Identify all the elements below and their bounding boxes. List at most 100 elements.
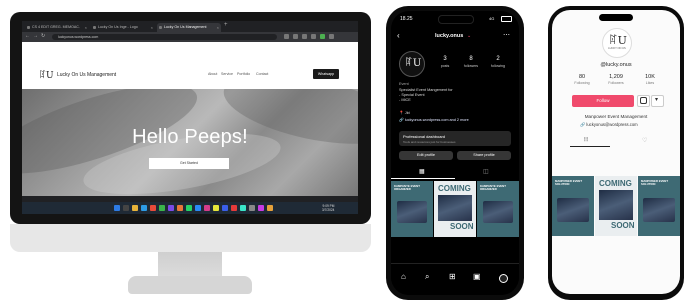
site-logo[interactable]: ꍏU	[39, 69, 54, 81]
url-input[interactable]: luckyonus.wordpress.com	[52, 34, 277, 40]
following-count[interactable]: 80	[568, 74, 596, 80]
browser-address-bar: ← → ↻ luckyonus.wordpress.com	[22, 32, 358, 42]
location-line: 📍 Jkt	[399, 111, 410, 115]
more-options-icon[interactable]: ⋯	[503, 31, 510, 39]
back-icon[interactable]: ←	[25, 33, 30, 39]
close-tab-icon[interactable]: ×	[151, 23, 153, 32]
nav-link-about[interactable]: About	[208, 72, 217, 76]
forward-icon[interactable]: →	[33, 33, 38, 39]
app-icon[interactable]	[231, 205, 237, 211]
active-tab-indicator	[391, 178, 455, 179]
browser-tab-active[interactable]: Lucky On Us Management ×	[157, 23, 221, 32]
reels-icon[interactable]: ▣	[473, 272, 481, 281]
bio-link[interactable]: 🔗 luckyonus@wordpress.com	[580, 122, 638, 128]
home-icon[interactable]: ⌂	[401, 272, 406, 281]
sidebar-icon[interactable]	[311, 34, 316, 39]
whatsapp-button[interactable]: Whatsapp	[313, 69, 339, 79]
start-icon[interactable]	[114, 205, 120, 211]
nav-link-contact[interactable]: Contact	[256, 72, 268, 76]
app-icon[interactable]	[177, 205, 183, 211]
post-photo	[483, 201, 513, 223]
menu-icon[interactable]	[329, 34, 334, 39]
file-explorer-icon[interactable]	[132, 205, 138, 211]
close-tab-icon[interactable]: ×	[85, 23, 87, 32]
site-brand-name[interactable]: Lucky On Us Management	[57, 72, 116, 78]
post-tile[interactable]: COMING SOON	[595, 176, 637, 236]
post-tile[interactable]: KAMPANYE EVENT ORGANIZER	[477, 181, 519, 237]
browser-tab[interactable]: CS 4 EDIT GREG. MEMOAC. ×	[25, 23, 89, 32]
nav-link-service[interactable]: Service	[221, 72, 233, 76]
edit-profile-button[interactable]: Edit profile	[399, 151, 453, 160]
app-icon[interactable]	[249, 205, 255, 211]
app-icon[interactable]	[195, 205, 201, 211]
new-tab-icon[interactable]: +	[224, 22, 228, 28]
grid-tab-icon[interactable]: ▦	[419, 168, 425, 175]
post-photo	[438, 195, 472, 221]
app-icon[interactable]	[150, 205, 156, 211]
follow-button[interactable]: Follow	[572, 95, 634, 107]
app-icon[interactable]	[168, 205, 174, 211]
app-icon[interactable]	[258, 205, 264, 211]
posts-count[interactable]: 3	[433, 56, 457, 62]
app-icon[interactable]	[267, 205, 273, 211]
profile-username[interactable]: lucky.onus	[435, 33, 463, 39]
browser-tab[interactable]: Lucky On Us Inge - Logo ×	[91, 23, 155, 32]
profile-icon[interactable]	[320, 34, 325, 39]
app-icon[interactable]	[204, 205, 210, 211]
post-tile[interactable]: KAMPANYE EVENT ORGANIZER	[391, 181, 433, 237]
search-icon[interactable]: ⌕	[425, 272, 429, 282]
followers-count[interactable]: 8	[459, 56, 483, 62]
tab-favicon-icon	[93, 26, 96, 29]
system-clock[interactable]: 9:09 PM 3/7/2024	[322, 204, 334, 212]
create-post-icon[interactable]: ⊞	[449, 272, 456, 281]
post-tile[interactable]: MANPOWER EVENT SOLUTION	[552, 176, 594, 236]
tab-favicon-icon	[159, 26, 162, 29]
reload-icon[interactable]: ↻	[41, 33, 45, 39]
professional-dashboard[interactable]: Professional dashboard Tools and resourc…	[399, 131, 511, 146]
dynamic-island	[599, 14, 633, 21]
monitor-base	[128, 276, 252, 294]
share-profile-button[interactable]: Share profile	[457, 151, 511, 160]
back-icon[interactable]: ‹	[397, 31, 400, 40]
post-tile[interactable]: COMING SOON	[434, 181, 476, 237]
search-icon[interactable]	[123, 205, 129, 211]
whatsapp-icon[interactable]	[186, 205, 192, 211]
edge-icon[interactable]	[141, 205, 147, 211]
get-started-button[interactable]: Get Started	[149, 158, 229, 169]
site-header: ꍏU Lucky On Us Management About Service …	[22, 61, 358, 90]
nav-link-portfolio[interactable]: Portfolio	[237, 72, 250, 76]
app-icon[interactable]	[213, 205, 219, 211]
following-label: following	[491, 64, 505, 68]
post-tile[interactable]: MANPOWER EVENT SOLUTION	[638, 176, 680, 236]
avatar[interactable]: ꍏU LUCKY ON US	[602, 28, 632, 58]
followers-count[interactable]: 1,209	[602, 74, 630, 80]
chrome-icon[interactable]	[159, 205, 165, 211]
followers-label: followers	[463, 64, 479, 68]
app-icon[interactable]	[240, 205, 246, 211]
extension-icon[interactable]	[284, 34, 289, 39]
videos-tab-icon[interactable]: ⦙⦙⦙	[584, 137, 588, 144]
posts-label: posts	[440, 64, 450, 68]
instagram-link-icon[interactable]	[637, 95, 650, 107]
tab-favicon-icon	[27, 26, 30, 29]
tagged-tab-icon[interactable]: ◫	[483, 168, 489, 175]
download-icon[interactable]	[302, 34, 307, 39]
more-dropdown-icon[interactable]: ▾	[651, 95, 664, 107]
bookmark-icon[interactable]	[293, 34, 298, 39]
dropdown-icon[interactable]: ⌄	[467, 33, 471, 39]
close-tab-icon[interactable]: ×	[217, 23, 219, 32]
likes-count[interactable]: 10K	[636, 74, 664, 80]
profile-category: Event	[399, 82, 409, 86]
avatar[interactable]: ꍏU	[399, 51, 425, 77]
bio-link[interactable]: 🔗 luckyonus.wordpress.com and 2 more	[399, 118, 469, 123]
profile-tab-icon[interactable]	[499, 274, 508, 283]
profile-username: @lucky.onus	[600, 62, 632, 68]
app-icon[interactable]	[222, 205, 228, 211]
windows-taskbar: 9:09 PM 3/7/2024	[22, 202, 358, 214]
liked-tab-icon[interactable]: ♡	[642, 137, 647, 144]
following-count[interactable]: 2	[486, 56, 510, 62]
status-time: 18.25	[400, 16, 413, 22]
monitor-stand	[158, 252, 222, 278]
post-photo	[599, 190, 633, 220]
post-photo	[557, 198, 589, 222]
